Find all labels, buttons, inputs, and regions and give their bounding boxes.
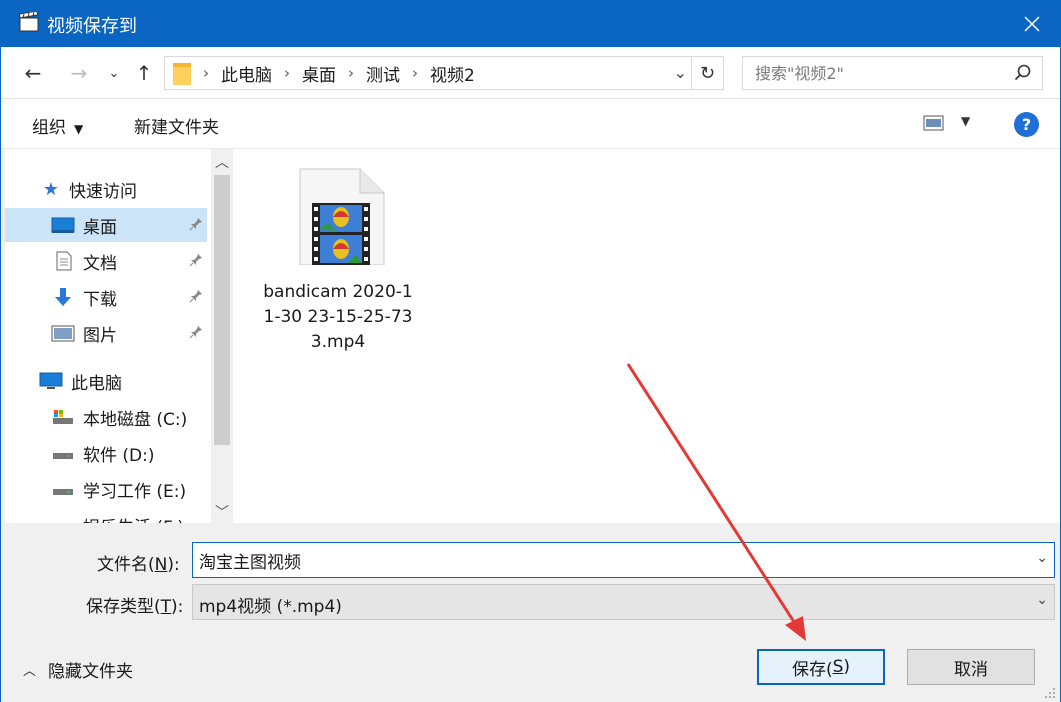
recent-locations-button[interactable]: ⌄ [102, 61, 126, 85]
nav-quick-access[interactable]: ★ 快速访问 [41, 172, 233, 206]
arrow-left-icon: ← [24, 61, 42, 85]
close-icon [1024, 16, 1040, 32]
breadcrumb-item[interactable]: › 此电脑 [203, 61, 272, 86]
chevron-up-icon: ︿ [23, 664, 37, 679]
view-options-button[interactable]: ▼ [923, 114, 983, 134]
chevron-up-icon: ︿ [215, 155, 229, 171]
command-bar: 组织 ▼ 新建文件夹 ▼ ? [1, 99, 1060, 149]
forward-button[interactable]: → [67, 61, 91, 85]
filename-combobox[interactable]: ⌄ [192, 542, 1055, 578]
search-icon[interactable] [1014, 64, 1032, 82]
file-list: bandicam 2020-11-30 23-15-25-733.mp4 [233, 149, 1060, 523]
system-drive-icon [53, 410, 73, 424]
breadcrumb-item[interactable]: › 桌面 [284, 61, 336, 86]
drive-icon [53, 453, 73, 459]
hide-folders-toggle[interactable]: ︿ 隐藏文件夹 [23, 657, 133, 682]
breadcrumb-item[interactable]: › 视频2 [412, 61, 475, 86]
cancel-button[interactable]: 取消 [907, 649, 1035, 685]
scroll-down-button[interactable]: ﹀ [211, 501, 233, 523]
nav-drive-c[interactable]: 本地磁盘 (C:) [5, 400, 207, 434]
chevron-down-icon: ⌄ [108, 65, 120, 81]
organize-menu[interactable]: 组织 ▼ [32, 113, 83, 138]
view-icon [923, 115, 944, 131]
breadcrumb-item[interactable]: › 测试 [348, 61, 400, 86]
chevron-right-icon: › [203, 64, 209, 82]
chevron-down-icon: ﹀ [215, 505, 229, 521]
file-name: bandicam 2020-11-30 23-15-25-733.mp4 [263, 282, 413, 352]
nav-item-desktop[interactable]: 桌面 [5, 208, 207, 242]
back-button[interactable]: ← [21, 61, 45, 85]
star-icon: ★ [42, 178, 60, 200]
up-button[interactable]: ↑ [132, 61, 156, 85]
drive-icon [51, 515, 75, 523]
chevron-right-icon: › [348, 64, 354, 82]
document-icon [56, 251, 72, 271]
help-button[interactable]: ? [1014, 112, 1039, 137]
help-icon: ? [1021, 115, 1032, 134]
folder-icon [173, 63, 191, 85]
desktop-icon [51, 217, 75, 233]
caret-down-icon: ▼ [74, 122, 84, 136]
pin-icon[interactable] [189, 325, 203, 339]
refresh-icon: ↻ [699, 62, 716, 84]
scroll-up-button[interactable]: ︿ [211, 151, 233, 173]
nav-drive-e[interactable]: 学习工作 (E:) [5, 472, 207, 506]
breadcrumb[interactable]: › 此电脑 › 桌面 › 测试 › 视频2 ⌄ ↻ [164, 56, 724, 90]
nav-drive-f[interactable]: 娱乐生活 (F:) [5, 508, 207, 524]
computer-icon [39, 372, 63, 389]
refresh-button[interactable]: ↻ [691, 57, 723, 89]
resize-grip-icon[interactable] [1042, 685, 1056, 699]
address-dropdown-button[interactable]: ⌄ [674, 63, 687, 82]
save-button[interactable]: 保存(S) [757, 649, 885, 685]
filetype-label: 保存类型(T): [86, 597, 184, 617]
clapperboard-icon [19, 12, 39, 32]
filename-label: 文件名(N): [97, 555, 180, 575]
filename-input[interactable] [193, 543, 1013, 577]
download-icon [55, 288, 71, 306]
save-dialog: 视频保存到 ← → ⌄ ↑ ›此电脑 ›桌面 ›测试 ›视频2 ⌄ ↻ [0, 0, 1061, 702]
title-bar: 视频保存到 [1, 1, 1060, 47]
filetype-value: mp4视频 (*.mp4) [199, 597, 342, 617]
chevron-right-icon: › [284, 64, 290, 82]
arrow-up-icon: ↑ [135, 61, 153, 85]
video-file-icon [299, 168, 385, 266]
caret-down-icon: ▼ [961, 114, 971, 128]
pin-icon[interactable] [189, 217, 203, 231]
nav-item-pictures[interactable]: 图片 [5, 316, 207, 350]
pin-icon[interactable] [189, 289, 203, 303]
chevron-down-icon: ⌄ [1036, 592, 1048, 608]
nav-drive-d[interactable]: 软件 (D:) [5, 436, 207, 470]
picture-icon [51, 325, 75, 342]
save-form: 文件名(N): ⌄ 保存类型(T): mp4视频 (*.mp4) ⌄ ︿ 隐藏文… [1, 523, 1060, 702]
search-box[interactable] [742, 56, 1043, 90]
nav-this-pc[interactable]: 此电脑 [5, 364, 207, 398]
search-input[interactable] [743, 57, 1003, 89]
arrow-right-icon: → [70, 61, 88, 85]
close-button[interactable] [1004, 1, 1060, 47]
chevron-right-icon: › [412, 64, 418, 82]
file-item[interactable]: bandicam 2020-11-30 23-15-25-733.mp4 [263, 165, 413, 355]
chevron-down-icon[interactable]: ⌄ [1036, 550, 1048, 566]
scroll-thumb[interactable] [214, 175, 230, 445]
nav-item-downloads[interactable]: 下载 [5, 280, 207, 314]
new-folder-button[interactable]: 新建文件夹 [134, 113, 219, 138]
pin-icon[interactable] [189, 253, 203, 267]
nav-scrollbar[interactable]: ︿ ﹀ [211, 149, 233, 523]
nav-item-documents[interactable]: 文档 [5, 244, 207, 278]
filetype-select[interactable]: mp4视频 (*.mp4) ⌄ [192, 584, 1055, 620]
address-row: ← → ⌄ ↑ › 此电脑 › 桌面 › 测试 › 视频2 ⌄ ↻ [1, 47, 1060, 99]
navigation-pane: ★ 快速访问 桌面 文档 下载 图片 此电脑 本地磁盘 (C:) 软件 (D:)… [5, 149, 233, 523]
drive-icon [53, 489, 73, 495]
window-title: 视频保存到 [47, 16, 137, 37]
